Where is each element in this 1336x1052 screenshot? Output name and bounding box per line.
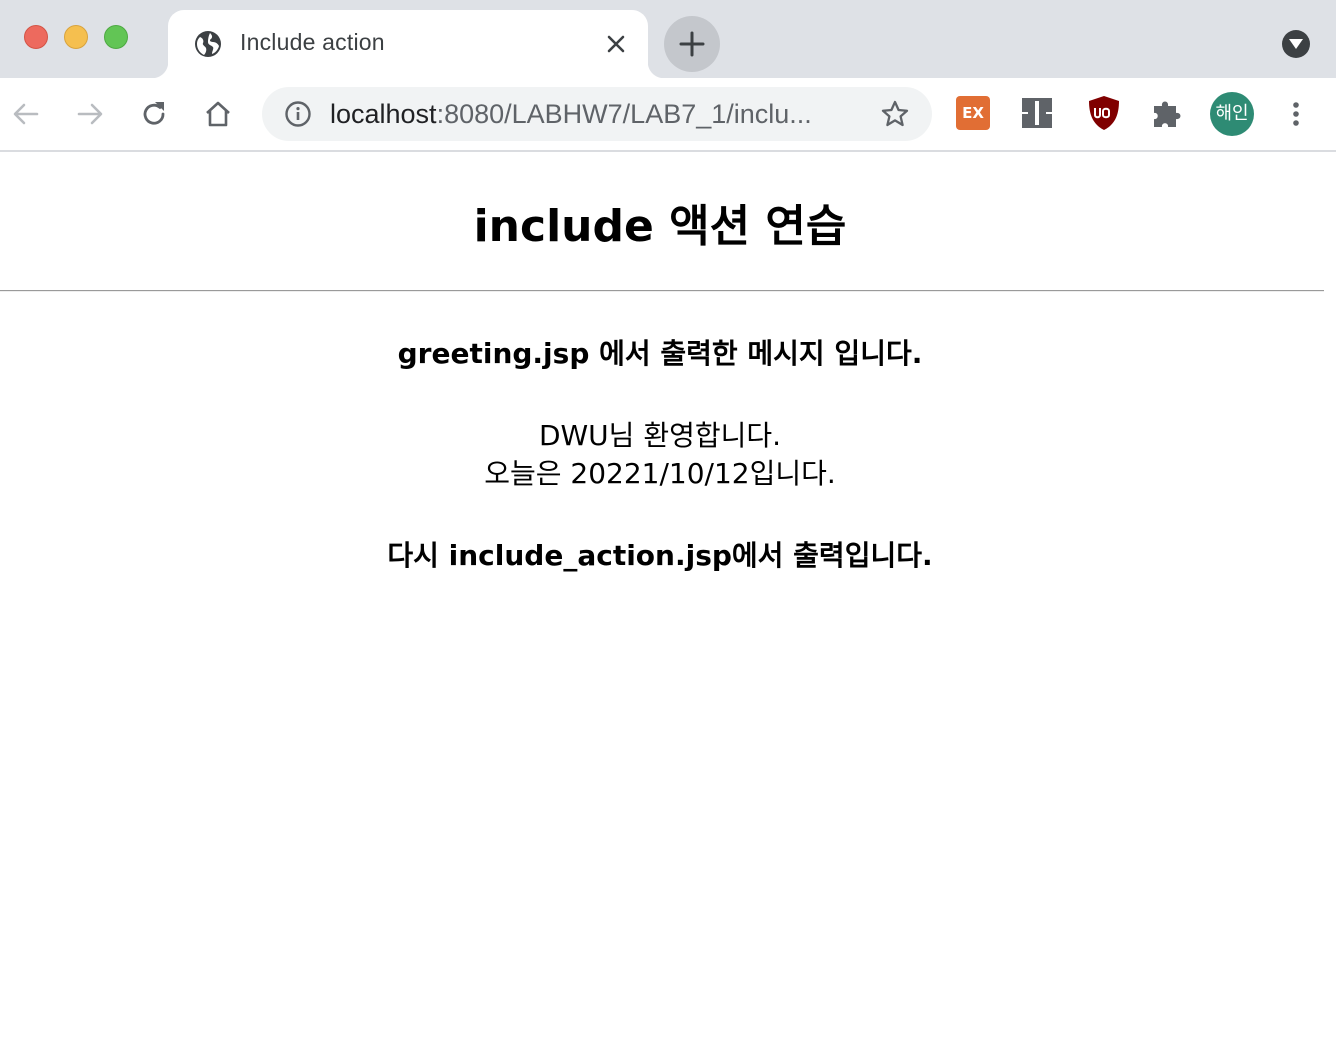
horizontal-rule [0,290,1324,292]
globe-icon [195,31,221,57]
greeting-header: greeting.jsp 에서 출력한 메시지 입니다. [397,337,923,370]
ublock-shield-icon[interactable] [1086,94,1122,132]
url-host: localhost [330,99,437,129]
page-title: include 액션 연습 [473,201,847,252]
welcome-message: DWU님 환영합니다. [538,419,782,452]
back-icon[interactable] [10,98,42,130]
profile-avatar[interactable]: 해인 [1210,92,1254,136]
kebab-menu-icon[interactable] [1280,98,1312,130]
tab-strip: Include action [0,0,1336,78]
forward-icon[interactable] [74,98,106,130]
tab-include-action[interactable]: Include action [152,10,664,78]
tab-search-button[interactable] [1282,30,1310,58]
close-icon[interactable] [604,32,628,56]
browser-toolbar: localhost:8080/LABHW7/LAB7_1/inclu... EX… [0,78,1336,152]
home-icon[interactable] [202,98,234,130]
reload-icon[interactable] [138,98,170,130]
info-icon[interactable] [284,100,312,128]
url-path: :8080/LABHW7/LAB7_1/inclu... [436,99,812,129]
star-icon[interactable] [880,99,910,129]
puzzle-icon[interactable] [1150,96,1184,130]
address-bar[interactable]: localhost:8080/LABHW7/LAB7_1/inclu... [262,87,932,141]
ex-extension-button[interactable]: EX [956,96,990,130]
plus-icon [679,31,705,57]
close-window-button[interactable] [24,25,48,49]
tab-search-icon [1289,39,1303,49]
zoom-window-button[interactable] [104,25,128,49]
new-tab-button[interactable] [664,16,720,72]
url-text[interactable]: localhost:8080/LABHW7/LAB7_1/inclu... [330,99,812,130]
ruler-extension-icon[interactable] [1020,96,1054,130]
page-content: include 액션 연습 greeting.jsp 에서 출력한 메시지 입니… [0,152,1336,1052]
date-message: 오늘은 20221/10/12입니다. [484,457,836,490]
footer-message: 다시 include_action.jsp에서 출력입니다. [387,539,933,572]
tab-title: Include action [240,29,385,55]
minimize-window-button[interactable] [64,25,88,49]
